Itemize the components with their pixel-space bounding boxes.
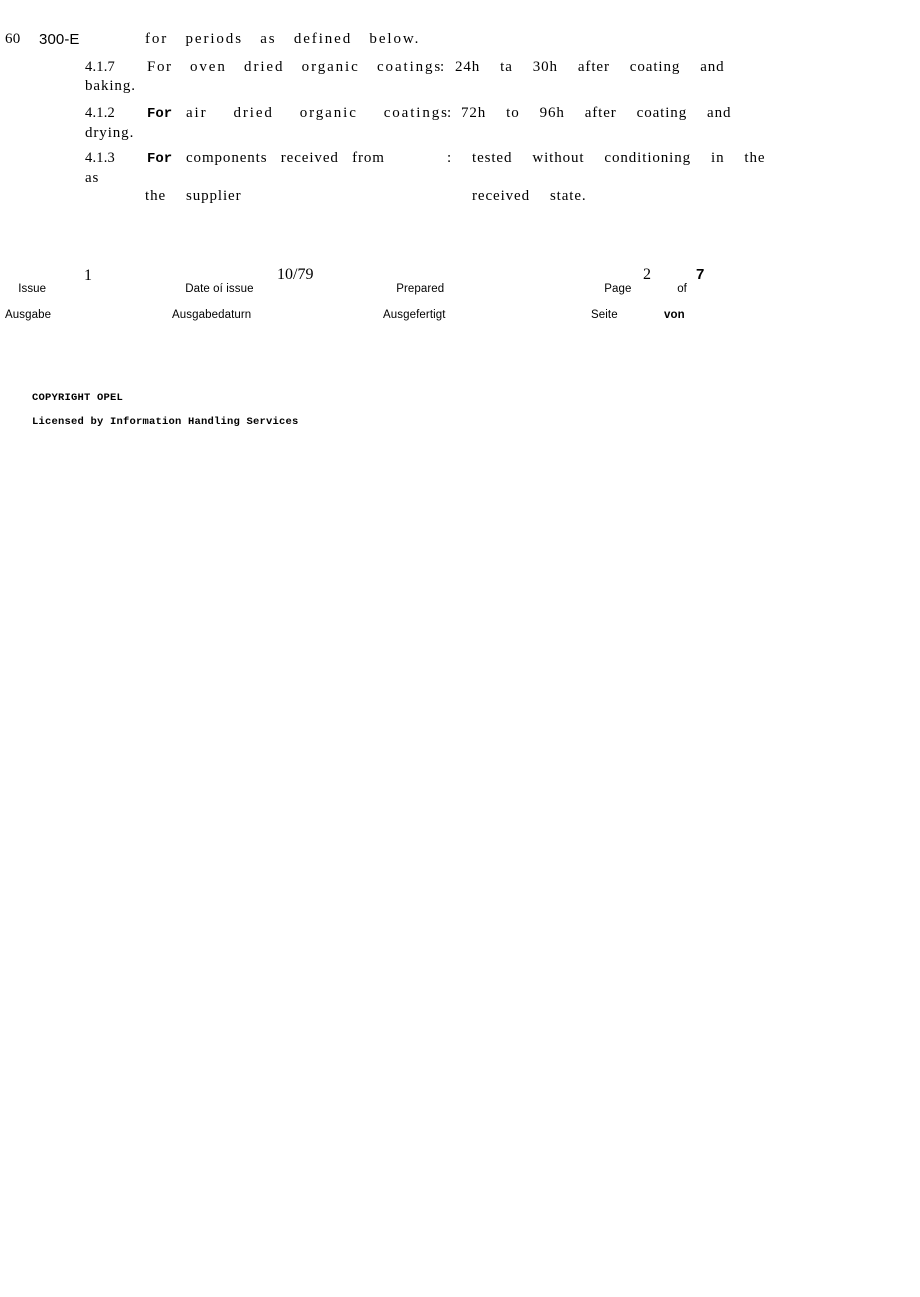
clause-continuation-2: drying. [85,125,135,141]
standard-number-suffix: 300-E [39,31,80,48]
clause-number-3: 4.1.3 [85,150,115,166]
scanned-document-page: 60 300-E for periods as defined below. 4… [0,0,920,1297]
copyright-line-2: Licensed by Information Handling Service… [32,416,299,428]
clause-continuation-subject-3: the supplier [145,188,242,204]
footer-date-value: 10/79 [277,266,314,283]
header-continuation-text: for periods as defined below. [145,31,421,47]
footer-page-of-en: of [677,283,687,295]
clause-keyword-3: For [147,151,173,167]
footer-page-label-en: Page [604,283,632,295]
footer-issue-value: 1 [84,267,92,284]
clause-requirement-2: 72h to 96h after coating and [461,105,732,121]
footer-date-label-en: Date oí issue [185,283,254,295]
clause-keyword-2: For [147,106,173,122]
footer-page-label-de: Seite [591,309,618,321]
clause-colon-3: : [447,150,453,166]
footer-date-label: Date oí issue Ausgabedaturn [172,270,254,348]
footer-issue-label: Issue Ausgabe [5,270,51,348]
clause-subject-2: air dried organic coatings [186,105,449,121]
clause-requirement-3: tested without conditioning in the [472,150,766,166]
copyright-block: COPYRIGHT OPEL Licensed by Information H… [6,380,299,440]
footer-page-current: 2 [643,266,651,283]
footer-date-label-de: Ausgabedaturn [172,309,252,321]
clause-continuation-1: baking. [85,78,136,94]
clause-requirement-1: 24h ta 30h after coating and [455,59,725,75]
clause-colon-2: : [447,105,453,121]
clause-number-2: 4.1.2 [85,105,115,121]
clause-subject-3: components received from [186,150,385,166]
clause-continuation-requirement-3: received state. [472,188,587,204]
footer-issue-label-de: Ausgabe [5,309,52,321]
footer-page-label: Page Seite [591,270,631,348]
footer-issue-label-en: Issue [18,283,47,295]
clause-number-1: 4.1.7 [85,59,115,75]
footer-page-total: 7 [696,266,705,283]
footer-prepared-label-de: Ausgefertigt [383,309,446,321]
copyright-line-1: COPYRIGHT OPEL [32,392,124,404]
footer-prepared-label-en: Prepared [396,283,445,295]
footer-page-of-label: of von [664,270,687,348]
clause-continuation-left-3: as [85,170,100,186]
standard-number-prefix: 60 [5,31,21,47]
clause-colon-1: : [440,59,446,75]
clause-subject-1: oven dried organic coatings [190,59,443,75]
footer-page-of-de: von [664,309,685,321]
footer-prepared-label: Prepared Ausgefertigt [383,270,446,348]
clause-keyword-1: For [147,59,173,75]
